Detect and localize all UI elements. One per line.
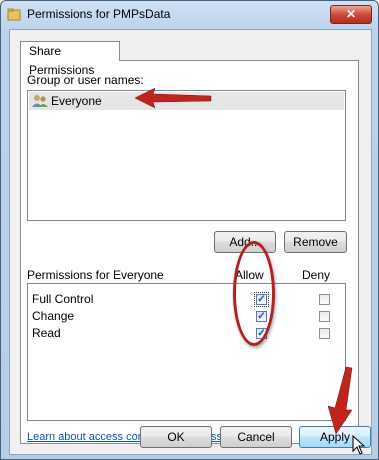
deny-checkbox-read[interactable]	[319, 328, 330, 339]
permission-name: Read	[32, 326, 61, 340]
permission-name: Change	[32, 309, 75, 323]
user-name: Everyone	[51, 94, 102, 108]
users-icon	[32, 95, 48, 107]
permission-row-read: Read ✓	[32, 325, 342, 341]
cancel-button[interactable]: Cancel	[220, 426, 292, 448]
users-list[interactable]: Everyone	[27, 90, 346, 221]
window-title: Permissions for PMPsData	[27, 7, 171, 21]
permission-row-change: Change ✓	[32, 308, 342, 324]
ok-button[interactable]: OK	[140, 426, 212, 448]
annotation-arrow-users	[134, 87, 212, 109]
annotation-arrow-apply	[327, 366, 353, 435]
mouse-cursor-icon	[352, 435, 366, 455]
permissions-label: Permissions for Everyone	[27, 268, 164, 282]
folder-icon	[7, 8, 21, 21]
permission-name: Full Control	[32, 292, 94, 306]
deny-header: Deny	[302, 268, 331, 282]
close-button[interactable]: ✕	[330, 5, 372, 24]
permissions-list: Full Control ✓ Change ✓ Read ✓	[27, 283, 346, 421]
permission-row-full-control: Full Control ✓	[32, 291, 342, 307]
tab-share-permissions[interactable]: Share Permissions	[20, 41, 120, 77]
deny-checkbox-change[interactable]	[319, 311, 330, 322]
title-bar[interactable]: Permissions for PMPsData ✕	[1, 1, 378, 27]
deny-checkbox-full-control[interactable]	[319, 294, 330, 305]
tab-panel: Group or user names: Everyone Add... Rem…	[20, 60, 359, 444]
annotation-oval-allow	[233, 241, 275, 346]
remove-button[interactable]: Remove	[284, 231, 347, 253]
